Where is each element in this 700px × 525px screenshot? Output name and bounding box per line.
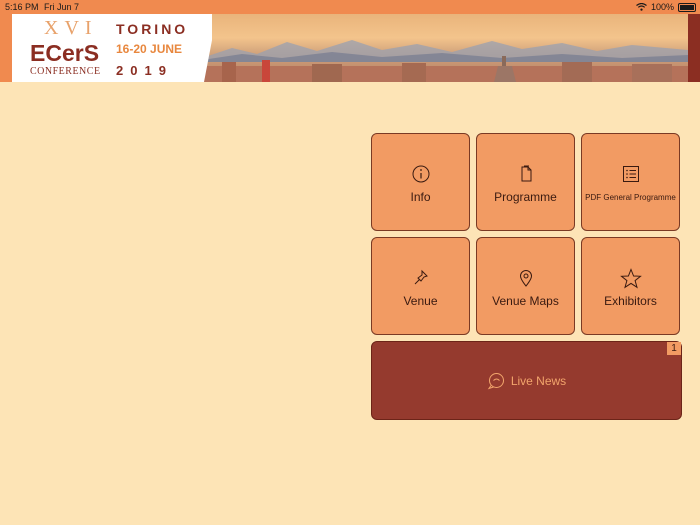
status-right: 100% [636, 2, 696, 12]
tile-label: Info [410, 190, 431, 204]
tile-label: Programme [494, 190, 557, 204]
pin-icon [372, 268, 469, 288]
banner-logo-panel: XVI ECerS CONFERENCE TORINO 16-20 JUNE 2… [12, 14, 212, 82]
tile-programme[interactable]: Programme [476, 133, 575, 231]
banner-conference: CONFERENCE [30, 66, 101, 77]
banner-roman-numeral: XVI [44, 17, 98, 39]
status-bar: 5:16 PM Fri Jun 7 100% [0, 0, 700, 14]
banner-brand: ECerS [30, 40, 100, 66]
tile-venue-maps[interactable]: Venue Maps [476, 237, 575, 335]
live-news-label: Live News [510, 374, 567, 388]
tile-venue[interactable]: Venue [371, 237, 470, 335]
battery-percent: 100% [650, 2, 674, 12]
tile-info[interactable]: Info [371, 133, 470, 231]
tile-pdf-general-programme[interactable]: PDF General Programme [581, 133, 680, 231]
status-time: 5:16 PM [5, 2, 39, 12]
banner-city: TORINO [116, 21, 189, 37]
document-icon [477, 164, 574, 184]
star-icon [582, 268, 679, 289]
city-skyline-illustration [202, 56, 688, 82]
banner-year: 2019 [116, 63, 173, 78]
wifi-icon [636, 3, 647, 11]
info-icon [372, 164, 469, 184]
battery-icon [678, 2, 696, 12]
banner-dates: 16-20 JUNE [116, 42, 183, 56]
tile-label: Venue Maps [492, 294, 559, 308]
tile-label: PDF General Programme [585, 193, 676, 202]
map-marker-icon [477, 268, 574, 288]
header-right-strip [688, 14, 700, 82]
tile-exhibitors[interactable]: Exhibitors [581, 237, 680, 335]
live-news-button[interactable]: 1 Live News [371, 341, 682, 420]
live-news-content: Live News [372, 372, 681, 390]
conference-banner: XVI ECerS CONFERENCE TORINO 16-20 JUNE 2… [12, 14, 688, 82]
status-date: Fri Jun 7 [44, 2, 80, 12]
chat-icon [487, 373, 504, 390]
tile-label: Venue [403, 294, 438, 308]
tile-label: Exhibitors [604, 294, 657, 308]
list-icon [582, 164, 679, 184]
news-badge: 1 [667, 342, 681, 355]
app-header: XVI ECerS CONFERENCE TORINO 16-20 JUNE 2… [0, 14, 700, 82]
